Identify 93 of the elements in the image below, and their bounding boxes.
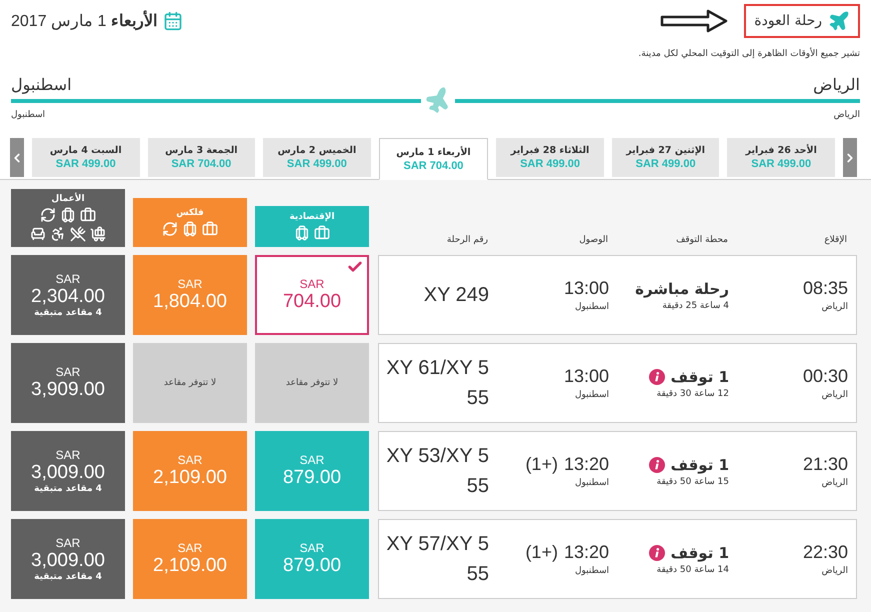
departure-city: الرياض (822, 302, 848, 312)
flight-number: XY 57/XY 555 (385, 532, 489, 587)
meal-icon (70, 226, 86, 242)
departure-time: 08:35 (802, 278, 848, 299)
flight-date: الأربعاء 1 مارس 2017 (11, 11, 157, 31)
day-offset: (1+) (525, 454, 558, 475)
next-button[interactable] (843, 138, 857, 177)
departure-time: 22:30 (802, 542, 848, 563)
flight-number: XY 53/XY 555 (385, 444, 489, 499)
stops-label: 1 توقف (670, 456, 729, 474)
currency-label: SAR (178, 277, 202, 291)
fare-class-header: الأعمال (11, 189, 125, 247)
arrival-city: اسطنبول (574, 566, 609, 576)
duration: 4 ساعة 25 دقيقة (662, 300, 729, 310)
fare-price: 1,804.00 (153, 291, 227, 313)
fare-price: 879.00 (282, 467, 342, 489)
title-text: رحلة العودة (754, 13, 822, 29)
currency-label: SAR (56, 536, 80, 550)
fare-price: 3,909.00 (31, 379, 105, 401)
origin-label: الرياض (834, 110, 860, 120)
column-header: الإقلاع (823, 235, 847, 247)
fare-class-header: الإقتصادية (255, 206, 369, 247)
seats-left-text: 4 مقاعد متبقية (34, 308, 102, 318)
currency-label: SAR (178, 453, 202, 467)
currency-label: SAR (56, 448, 80, 462)
stops-label: 1 توقف (670, 544, 729, 562)
currency-label: SAR (300, 453, 324, 467)
currency-label: SAR (178, 541, 202, 555)
stops-label: 1 توقف (670, 368, 729, 386)
column-header: الوصول (578, 235, 608, 247)
column-header: محطة التوقف (675, 235, 728, 247)
duration: 12 ساعة 30 دقيقة (656, 388, 729, 398)
plane-icon (828, 10, 850, 32)
fare-price: 704.00 (282, 291, 342, 313)
fare-price: 3,009.00 (31, 462, 105, 484)
info-icon[interactable] (648, 368, 665, 384)
fare-cell[interactable]: لا تتوفر مقاعد (255, 343, 369, 423)
no-seats-text: لا تتوفر مقاعد (286, 378, 338, 388)
column-header: رقم الرحلة (446, 235, 488, 247)
duration: 15 ساعة 50 دقيقة (656, 476, 729, 486)
duration: 14 ساعة 50 دقيقة (656, 564, 729, 574)
person-icon (50, 226, 66, 242)
info-icon[interactable] (648, 456, 665, 472)
departure-city: الرياض (822, 390, 848, 400)
arrival-time: 13:00 (564, 278, 609, 299)
flight-number: XY 249 (422, 283, 489, 308)
no-seats-text: لا تتوفر مقاعد (164, 378, 216, 388)
refresh-icon (40, 207, 56, 223)
suitcase-icon (60, 207, 76, 223)
fare-price: 2,304.00 (31, 286, 105, 308)
briefcase-icon (202, 221, 218, 237)
arrival-city: اسطنبول (574, 478, 609, 488)
currency-label: SAR (56, 365, 80, 379)
fare-cell[interactable]: SAR 3,909.00 (11, 343, 125, 423)
currency-label: SAR (56, 272, 80, 286)
departure-city: الرياض (822, 478, 848, 488)
day-offset: (1+) (525, 542, 558, 563)
arrow-icon (660, 8, 730, 34)
seat-icon (30, 226, 46, 242)
arrival-time: 13:20 (564, 454, 609, 475)
suitcase-icon (294, 225, 310, 241)
suitcase-icon (182, 221, 198, 237)
timezone-note: تشير جميع الأوقات الظاهرة إلى التوقيت المحلي لكل مدينة. (637, 49, 860, 59)
fare-class-header: فلكس (133, 198, 247, 247)
departure-time: 21:30 (802, 454, 848, 475)
arrival-time: 13:20 (564, 542, 609, 563)
currency-label: SAR (300, 541, 324, 555)
departure-time: 00:30 (802, 366, 848, 387)
fare-price: 2,109.00 (153, 467, 227, 489)
fare-price: 3,009.00 (31, 550, 105, 572)
arrival-city: اسطنبول (574, 302, 609, 312)
briefcase-icon (80, 207, 96, 223)
flight-number: XY 61/XY 555 (385, 356, 489, 411)
seats-left-text: 4 مقاعد متبقية (34, 572, 102, 582)
info-icon[interactable] (648, 544, 665, 560)
baggage-cart-icon (90, 226, 106, 242)
seats-left-text: 4 مقاعد متبقية (34, 484, 102, 494)
stops-label: رحلة مباشرة (635, 280, 729, 298)
calendar-icon (162, 11, 183, 31)
destination-label: اسطنبول (11, 110, 46, 120)
currency-label: SAR (300, 277, 324, 291)
refresh-icon (162, 221, 178, 237)
previous-button[interactable] (10, 138, 24, 177)
fare-price: 2,109.00 (153, 555, 227, 577)
fare-cell[interactable]: SAR 704.00 (255, 255, 369, 335)
arrival-time: 13:00 (564, 366, 609, 387)
destination-city: اسطنبول (11, 75, 72, 94)
fare-price: 879.00 (282, 555, 342, 577)
briefcase-icon (314, 225, 330, 241)
origin-city: الرياض (813, 75, 860, 94)
fare-cell[interactable]: لا تتوفر مقاعد (133, 343, 247, 423)
arrival-city: اسطنبول (574, 390, 609, 400)
departure-city: الرياض (822, 566, 848, 576)
